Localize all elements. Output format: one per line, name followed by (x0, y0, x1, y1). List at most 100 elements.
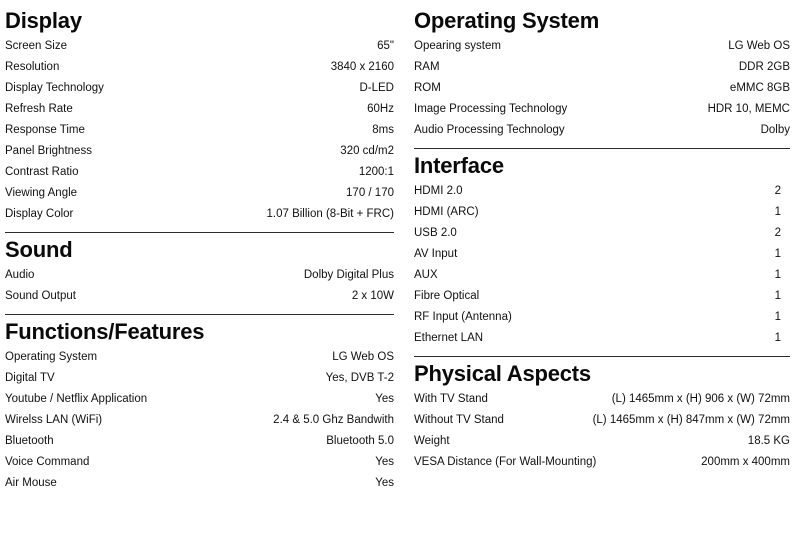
spec-value: (L) 1465mm x (H) 906 x (W) 72mm (611, 393, 790, 405)
section-title-sound: Sound (5, 237, 73, 262)
spec-label: Operating System (5, 351, 98, 363)
spec-row: AUX 1 (414, 265, 790, 286)
spec-value: 18.5 KG (747, 435, 790, 447)
spec-row: RF Input (Antenna) 1 (414, 307, 790, 328)
spec-label: Voice Command (5, 456, 90, 468)
spec-row: Ethernet LAN 1 (414, 328, 790, 349)
section-physical-aspects: Physical Aspects With TV Stand (L) 1465mm … (414, 361, 790, 473)
spec-row: Display Color 1.07 Billion (8-Bit + FRC) (5, 204, 394, 225)
spec-label: Image Processing Technology (414, 103, 568, 115)
section-operating-system: Operating System Opearing system LG Web OS… (414, 8, 790, 141)
spec-value: (L) 1465mm x (H) 847mm x (W) 72mm (592, 414, 790, 426)
spec-label: Audio (5, 269, 35, 281)
spec-label: Refresh Rate (5, 103, 73, 115)
spec-list-operating-system: Opearing system LG Web OS RAM DDR 2GB ROM eMM… (414, 36, 790, 141)
spec-sheet: Display Screen Size 65" Resolution 3840 x 21… (0, 0, 800, 549)
spec-label: Without TV Stand (414, 414, 504, 426)
spec-value: 1 (774, 248, 781, 260)
spec-label: RAM (414, 61, 440, 73)
spec-label: Screen Size (5, 40, 68, 52)
spec-value: Dolby (760, 124, 790, 136)
spec-row: Weight 18.5 KG (414, 431, 790, 452)
spec-label: Bluetooth (5, 435, 54, 447)
spec-value: LG Web OS (332, 351, 394, 363)
spec-value: 1 (774, 311, 781, 323)
section-title-physical-aspects: Physical Aspects (414, 361, 591, 386)
spec-label: Viewing Angle (5, 187, 78, 199)
spec-row: Response Time 8ms (5, 120, 394, 141)
spec-row: AV Input 1 (414, 244, 790, 265)
spec-row: Voice Command Yes (5, 452, 394, 473)
right-column: Operating System Opearing system LG Web OS… (400, 8, 800, 549)
spec-label: RF Input (Antenna) (414, 311, 512, 323)
spec-list-functions-features: Operating System LG Web OS Digital TV Yes, … (5, 347, 394, 494)
spec-label: Contrast Ratio (5, 166, 79, 178)
spec-row: Contrast Ratio 1200:1 (5, 162, 394, 183)
spec-row: Audio Dolby Digital Plus (5, 265, 394, 286)
spec-row: Without TV Stand (L) 1465mm x (H) 847mm x… (414, 410, 790, 431)
spec-row: HDMI 2.0 2 (414, 181, 790, 202)
spec-value: 3840 x 2160 (330, 61, 394, 73)
spec-row: Viewing Angle 170 / 170 (5, 183, 394, 204)
spec-row: Fibre Optical 1 (414, 286, 790, 307)
section-divider-interface (414, 148, 790, 149)
spec-value: 8ms (372, 124, 394, 136)
spec-row: USB 2.0 2 (414, 223, 790, 244)
spec-value: Yes (375, 477, 394, 489)
section-title-interface: Interface (414, 153, 504, 178)
spec-label: HDMI 2.0 (414, 185, 463, 197)
spec-row: Opearing system LG Web OS (414, 36, 790, 57)
spec-label: Opearing system (414, 40, 501, 52)
spec-value: Yes (375, 456, 394, 468)
spec-label: Fibre Optical (414, 290, 480, 302)
spec-value: Bluetooth 5.0 (326, 435, 394, 447)
spec-value: eMMC 8GB (729, 82, 790, 94)
spec-value: 1 (774, 332, 781, 344)
spec-row: Refresh Rate 60Hz (5, 99, 394, 120)
spec-value: 170 / 170 (346, 187, 394, 199)
spec-list-sound: Audio Dolby Digital Plus Sound Output 2 x 1… (5, 265, 394, 307)
spec-label: Display Technology (5, 82, 104, 94)
spec-label: VESA Distance (For Wall-Mounting) (414, 456, 597, 468)
left-column: Display Screen Size 65" Resolution 3840 x 21… (0, 8, 400, 549)
spec-label: With TV Stand (414, 393, 488, 405)
spec-label: Panel Brightness (5, 145, 92, 157)
spec-list-interface: HDMI 2.0 2 HDMI (ARC) 1 USB 2.0 2 AV Input 1 AUX… (414, 181, 790, 349)
spec-row: RAM DDR 2GB (414, 57, 790, 78)
section-divider-physical-aspects (414, 356, 790, 357)
spec-value: 1 (774, 290, 781, 302)
section-title-functions-features: Functions/Features (5, 319, 205, 344)
spec-label: HDMI (ARC) (414, 206, 479, 218)
section-title-operating-system: Operating System (414, 8, 600, 33)
spec-label: Youtube / Netflix Application (5, 393, 148, 405)
spec-label: Response Time (5, 124, 85, 136)
spec-row: Sound Output 2 x 10W (5, 286, 394, 307)
section-interface: Interface HDMI 2.0 2 HDMI (ARC) 1 USB 2.0 2 AV … (414, 153, 790, 349)
spec-value: Dolby Digital Plus (303, 269, 394, 281)
spec-value: HDR 10, MEMC (707, 103, 790, 115)
spec-value: 65" (377, 40, 394, 52)
spec-row: HDMI (ARC) 1 (414, 202, 790, 223)
spec-row: With TV Stand (L) 1465mm x (H) 906 x (W) … (414, 389, 790, 410)
spec-label: AUX (414, 269, 438, 281)
spec-value: DDR 2GB (738, 61, 790, 73)
spec-value: 2 (774, 227, 781, 239)
spec-value: 200mm x 400mm (701, 456, 790, 468)
spec-row: Screen Size 65" (5, 36, 394, 57)
section-divider-sound (5, 232, 394, 233)
spec-row: Audio Processing Technology Dolby (414, 120, 790, 141)
spec-row: Resolution 3840 x 2160 (5, 57, 394, 78)
spec-value: 2 (774, 185, 781, 197)
spec-row: VESA Distance (For Wall-Mounting) 200mm x… (414, 452, 790, 473)
spec-label: Air Mouse (5, 477, 57, 489)
spec-row: Bluetooth Bluetooth 5.0 (5, 431, 394, 452)
spec-label: Wirelss LAN (WiFi) (5, 414, 103, 426)
spec-label: ROM (414, 82, 441, 94)
spec-value: 2.4 & 5.0 Ghz Bandwith (273, 414, 394, 426)
spec-value: 60Hz (367, 103, 394, 115)
spec-value: 2 x 10W (351, 290, 394, 302)
spec-list-display: Screen Size 65" Resolution 3840 x 2160 Displ… (5, 36, 394, 225)
spec-value: 1 (774, 206, 781, 218)
spec-label: Sound Output (5, 290, 76, 302)
spec-value: Yes (375, 393, 394, 405)
